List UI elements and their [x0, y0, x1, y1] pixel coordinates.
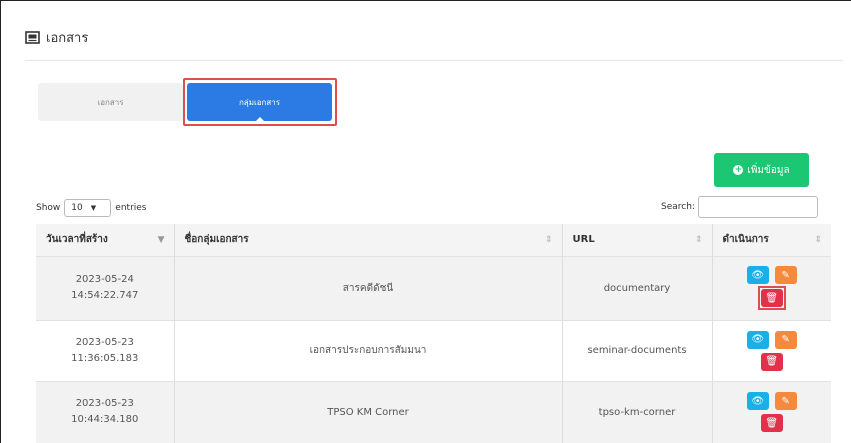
- group-name-cell: สารคดีดัชนี: [174, 255, 563, 320]
- created-at-cell: 2023-05-23 11:36:05.183: [36, 319, 175, 381]
- tab-documents-label: เอกสาร: [97, 97, 124, 107]
- plus-circle-icon: +: [733, 165, 744, 175]
- created-time: 14:54:22.747: [71, 290, 139, 301]
- column-url[interactable]: URL ⇕: [562, 224, 713, 256]
- edit-button[interactable]: ✎: [774, 330, 797, 349]
- trash-icon: 🗑: [765, 356, 779, 367]
- group-name-cell: TPSO KM Corner: [174, 380, 563, 443]
- document-icon: [25, 30, 41, 45]
- group-name-cell: เอกสารประกอบการสัมมนา: [174, 319, 563, 381]
- edit-icon: ✎: [781, 395, 790, 407]
- entries-label: entries: [115, 203, 147, 213]
- trash-icon: 🗑: [765, 292, 779, 304]
- sort-icon: ⇕: [694, 234, 703, 245]
- delete-button[interactable]: 🗑: [760, 414, 783, 433]
- actions-cell: 👁 ✎ 🗑: [712, 380, 831, 443]
- page-length-select[interactable]: 10 ▼: [64, 199, 112, 217]
- search-input[interactable]: [697, 196, 818, 218]
- tab-document-groups-label: กลุ่มเอกสาร: [238, 97, 281, 107]
- action-buttons: 👁 ✎: [719, 266, 826, 284]
- column-url-label: URL: [572, 234, 595, 246]
- eye-icon: 👁: [751, 334, 765, 345]
- edit-button[interactable]: ✎: [774, 266, 797, 284]
- page-length-control: Show 10 ▼ entries: [36, 199, 147, 217]
- search-control: Search:: [661, 196, 818, 218]
- view-button[interactable]: 👁: [746, 392, 769, 411]
- edit-icon: ✎: [781, 334, 790, 345]
- url-cell: tpso-km-corner: [562, 380, 713, 443]
- page-length-value: 10: [71, 203, 83, 213]
- actions-cell: 👁 ✎ 🗑: [712, 255, 831, 320]
- delete-button[interactable]: 🗑: [760, 289, 783, 307]
- card-header: เอกสาร: [25, 15, 843, 61]
- column-created-at[interactable]: วันเวลาที่สร้าง ▼: [36, 224, 175, 256]
- url-cell: seminar-documents: [562, 319, 713, 381]
- eye-icon: 👁: [751, 269, 765, 281]
- table-row: 2023-05-23 10:44:34.180 TPSO KM Corner t…: [36, 380, 831, 443]
- created-date: 2023-05-23: [75, 336, 134, 348]
- documents-card: เอกสาร เอกสาร กลุ่มเอกสาร + เพิ่มข้อมูล …: [25, 15, 843, 443]
- search-label: Search:: [661, 202, 695, 212]
- document-groups-table: วันเวลาที่สร้าง ▼ ชื่อกลุ่มเอกสาร ⇕ URL …: [36, 224, 831, 443]
- eye-icon: 👁: [751, 395, 765, 407]
- edit-button[interactable]: ✎: [774, 392, 797, 411]
- delete-button[interactable]: 🗑: [760, 352, 783, 371]
- trash-icon: 🗑: [765, 417, 779, 429]
- table-row: 2023-05-23 11:36:05.183 เอกสารประกอบการส…: [36, 319, 831, 381]
- column-created-at-label: วันเวลาที่สร้าง: [46, 234, 108, 246]
- add-data-label: เพิ่มข้อมูล: [747, 164, 790, 176]
- created-time: 11:36:05.183: [71, 352, 139, 364]
- chevron-down-icon: ▼: [90, 204, 97, 212]
- created-date: 2023-05-23: [75, 398, 134, 410]
- active-tab-caret: [254, 117, 265, 122]
- view-button[interactable]: 👁: [746, 266, 769, 284]
- created-at-cell: 2023-05-23 10:44:34.180: [36, 380, 175, 443]
- delete-highlight-outline: 🗑: [757, 286, 786, 310]
- created-time: 10:44:34.180: [71, 414, 139, 426]
- page-frame: เอกสาร เอกสาร กลุ่มเอกสาร + เพิ่มข้อมูล …: [0, 0, 851, 443]
- column-group-name-label: ชื่อกลุ่มเอกสาร: [184, 234, 249, 246]
- created-at-cell: 2023-05-24 14:54:22.747: [36, 255, 175, 320]
- column-actions-label: ดำเนินการ: [722, 234, 769, 246]
- action-buttons: 👁 ✎: [719, 330, 826, 349]
- created-date: 2023-05-24: [75, 274, 134, 285]
- view-button[interactable]: 👁: [746, 330, 769, 349]
- tab-bar: เอกสาร กลุ่มเอกสาร: [38, 78, 338, 127]
- sort-icon: ⇕: [544, 234, 553, 245]
- action-buttons: 👁 ✎: [719, 392, 826, 411]
- sort-desc-icon: ▼: [157, 234, 165, 245]
- tab-documents[interactable]: เอกสาร: [38, 83, 183, 121]
- show-label: Show: [36, 203, 61, 213]
- sort-icon: ⇕: [814, 234, 822, 245]
- url-cell: documentary: [562, 255, 713, 320]
- add-data-button[interactable]: + เพิ่มข้อมูล: [714, 153, 809, 187]
- edit-icon: ✎: [781, 269, 790, 281]
- table-header-row: วันเวลาที่สร้าง ▼ ชื่อกลุ่มเอกสาร ⇕ URL …: [36, 224, 831, 256]
- actions-cell: 👁 ✎ 🗑: [712, 319, 831, 381]
- tab-document-groups[interactable]: กลุ่มเอกสาร: [187, 83, 332, 122]
- column-actions[interactable]: ดำเนินการ ⇕: [712, 224, 831, 256]
- page-title: เอกสาร: [46, 31, 89, 46]
- column-group-name[interactable]: ชื่อกลุ่มเอกสาร ⇕: [174, 224, 563, 256]
- table-row: 2023-05-24 14:54:22.747 สารคดีดัชนี docu…: [36, 255, 831, 320]
